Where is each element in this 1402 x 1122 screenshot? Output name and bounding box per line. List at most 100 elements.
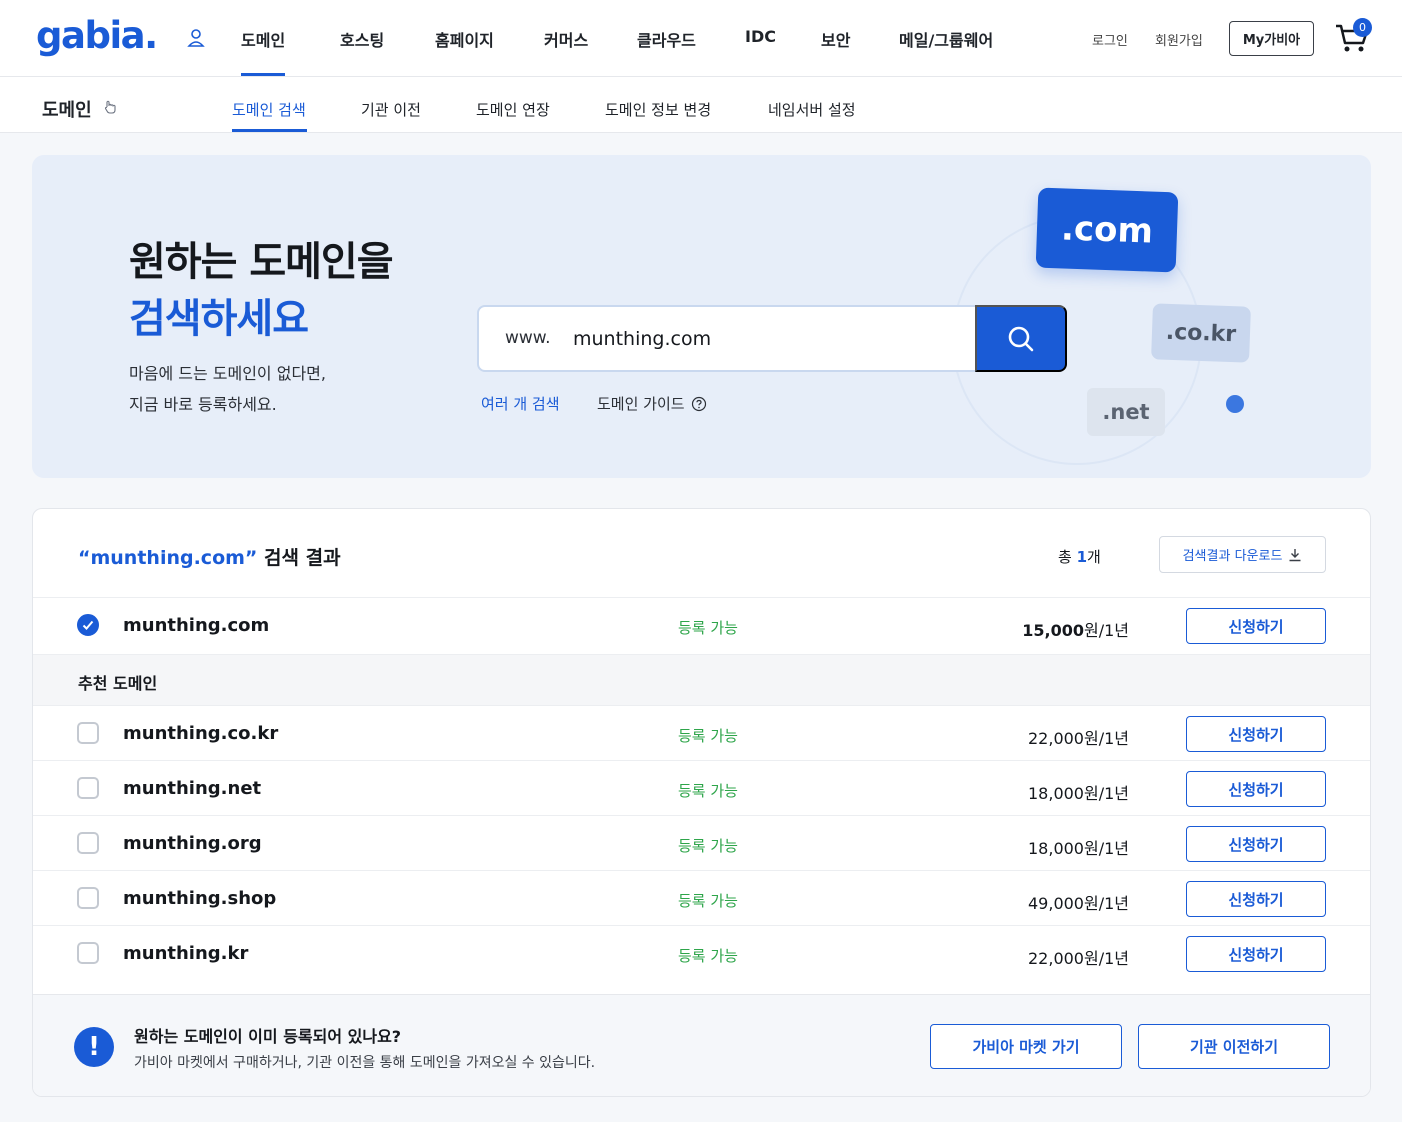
active-menu-indicator: [241, 73, 285, 76]
apply-button[interactable]: 신청하기: [1186, 608, 1326, 644]
tab-info-change[interactable]: 도메인 정보 변경: [605, 99, 711, 120]
domain-checkbox[interactable]: [77, 832, 99, 854]
availability-status: 등록 가능: [678, 947, 738, 965]
gabia-logo[interactable]: gabia.: [36, 14, 158, 57]
tab-renewal[interactable]: 도메인 연장: [476, 99, 550, 120]
total-suffix: 개: [1087, 548, 1101, 566]
multi-search-link[interactable]: 여러 개 검색: [481, 393, 560, 414]
active-tab-indicator: [232, 129, 307, 132]
domain-price: 49,000원/1년: [1028, 890, 1129, 914]
menu-commerce[interactable]: 커머스: [544, 27, 588, 51]
apply-button[interactable]: 신청하기: [1186, 936, 1326, 972]
search-hero: 원하는 도메인을 검색하세요 마음에 드는 도메인이 없다면, 지금 바로 등록…: [32, 155, 1371, 478]
login-link[interactable]: 로그인: [1092, 30, 1128, 49]
availability-status: 등록 가능: [678, 782, 738, 800]
domain-guide-link[interactable]: 도메인 가이드: [597, 393, 707, 414]
already-registered-notice: ! 원하는 도메인이 이미 등록되어 있나요? 가비아 마켓에서 구매하거나, …: [33, 994, 1370, 1096]
price-amount: 18,000: [1028, 784, 1084, 803]
domain-name: munthing.net: [123, 778, 262, 799]
domain-price: 22,000원/1년: [1028, 725, 1129, 749]
mygabia-button[interactable]: My가비아: [1229, 21, 1314, 56]
result-row: munthing.kr 등록 가능 22,000원/1년 신청하기: [33, 925, 1370, 980]
domain-price: 22,000원/1년: [1028, 945, 1129, 969]
hero-description-line2: 지금 바로 등록하세요.: [129, 395, 277, 414]
price-unit: 원/1년: [1083, 894, 1129, 913]
result-row: munthing.shop 등록 가능 49,000원/1년 신청하기: [33, 870, 1370, 925]
search-button[interactable]: [975, 305, 1067, 372]
download-label: 검색결과 다운로드: [1182, 549, 1283, 564]
tab-nameserver[interactable]: 네임서버 설정: [768, 99, 856, 120]
results-heading-suffix: 검색 결과: [257, 547, 341, 569]
notice-title: 원하는 도메인이 이미 등록되어 있나요?: [134, 1027, 402, 1046]
top-navigation: gabia. 도메인 호스팅 홈페이지 커머스 클라우드 IDC 보안 메일/그…: [0, 0, 1402, 77]
price-unit: 원/1년: [1083, 621, 1129, 640]
result-row: munthing.co.kr 등록 가능 22,000원/1년 신청하기: [33, 705, 1370, 760]
domain-checkbox[interactable]: [77, 722, 99, 744]
search-results-panel: “munthing.com” 검색 결과 총 1개 검색결과 다운로드 munt…: [32, 508, 1371, 1097]
price-unit: 원/1년: [1083, 729, 1129, 748]
section-title: 도메인: [42, 100, 92, 121]
tab-transfer[interactable]: 기관 이전: [361, 99, 421, 120]
domain-name: munthing.shop: [123, 888, 277, 909]
gabia-market-button[interactable]: 가비아 마켓 가기: [930, 1024, 1122, 1069]
search-prefix: www.: [505, 328, 551, 348]
download-results-button[interactable]: 검색결과 다운로드: [1159, 536, 1326, 573]
exclamation-icon: !: [74, 1027, 114, 1067]
tld-tag-net: .net: [1087, 388, 1165, 436]
total-count: 1: [1076, 548, 1088, 566]
domain-checkbox[interactable]: [77, 942, 99, 964]
result-row: munthing.net 등록 가능 18,000원/1년 신청하기: [33, 760, 1370, 815]
domain-checkbox[interactable]: [77, 887, 99, 909]
price-unit: 원/1년: [1083, 949, 1129, 968]
signup-link[interactable]: 회원가입: [1155, 30, 1203, 49]
price-amount: 49,000: [1028, 894, 1084, 913]
menu-domain[interactable]: 도메인: [241, 27, 285, 51]
results-total: 총 1개: [1058, 546, 1101, 567]
result-row: munthing.org 등록 가능 18,000원/1년 신청하기: [33, 815, 1370, 870]
notice-description: 가비아 마켓에서 구매하거나, 기관 이전을 통해 도메인을 가져오실 수 있습…: [134, 1055, 596, 1071]
apply-button[interactable]: 신청하기: [1186, 771, 1326, 807]
domain-price: 15,000원/1년: [1022, 617, 1129, 641]
transfer-button[interactable]: 기관 이전하기: [1138, 1024, 1330, 1069]
decorative-dot: [1226, 395, 1244, 413]
domain-checkbox[interactable]: [77, 777, 99, 799]
sub-navigation: 도메인 도메인 검색 기관 이전 도메인 연장 도메인 정보 변경 네임서버 설…: [0, 77, 1402, 133]
availability-status: 등록 가능: [678, 837, 738, 855]
cart-count-badge: 0: [1353, 18, 1372, 37]
check-icon: [82, 620, 94, 630]
domain-search-box: www.: [477, 305, 977, 372]
tld-tag-com: .com: [1035, 187, 1179, 273]
download-icon: [1289, 548, 1301, 561]
availability-status: 등록 가능: [678, 727, 738, 745]
menu-security[interactable]: 보안: [821, 27, 850, 51]
apply-button[interactable]: 신청하기: [1186, 881, 1326, 917]
tab-domain-search[interactable]: 도메인 검색: [232, 99, 306, 120]
hero-title-line1: 원하는 도메인을: [129, 239, 394, 285]
menu-mail-groupware[interactable]: 메일/그룹웨어: [899, 27, 993, 51]
main-result-checkbox[interactable]: [77, 614, 99, 636]
price-amount: 18,000: [1028, 839, 1084, 858]
menu-cloud[interactable]: 클라우드: [637, 27, 696, 51]
recommended-header: 추천 도메인: [33, 654, 1370, 705]
person-icon[interactable]: [187, 28, 205, 48]
availability-status: 등록 가능: [678, 619, 738, 637]
menu-idc[interactable]: IDC: [745, 27, 776, 46]
result-row-main: munthing.com 등록 가능 15,000원/1년 신청하기: [33, 597, 1370, 652]
menu-homepage[interactable]: 홈페이지: [435, 27, 494, 51]
pointer-icon[interactable]: [103, 99, 119, 115]
results-query: “munthing.com”: [78, 547, 258, 569]
hero-title-line2: 검색하세요: [129, 296, 309, 342]
apply-button[interactable]: 신청하기: [1186, 716, 1326, 752]
domain-name: munthing.org: [123, 833, 262, 854]
total-prefix: 총: [1058, 548, 1077, 566]
menu-hosting[interactable]: 호스팅: [340, 27, 384, 51]
price-amount: 15,000: [1022, 621, 1084, 640]
domain-search-input[interactable]: [573, 321, 953, 357]
recommended-title: 추천 도메인: [78, 674, 158, 693]
apply-button[interactable]: 신청하기: [1186, 826, 1326, 862]
domain-name: munthing.kr: [123, 943, 249, 964]
price-amount: 22,000: [1028, 729, 1084, 748]
domain-price: 18,000원/1년: [1028, 835, 1129, 859]
domain-guide-label: 도메인 가이드: [597, 395, 685, 413]
domain-name: munthing.co.kr: [123, 723, 279, 744]
